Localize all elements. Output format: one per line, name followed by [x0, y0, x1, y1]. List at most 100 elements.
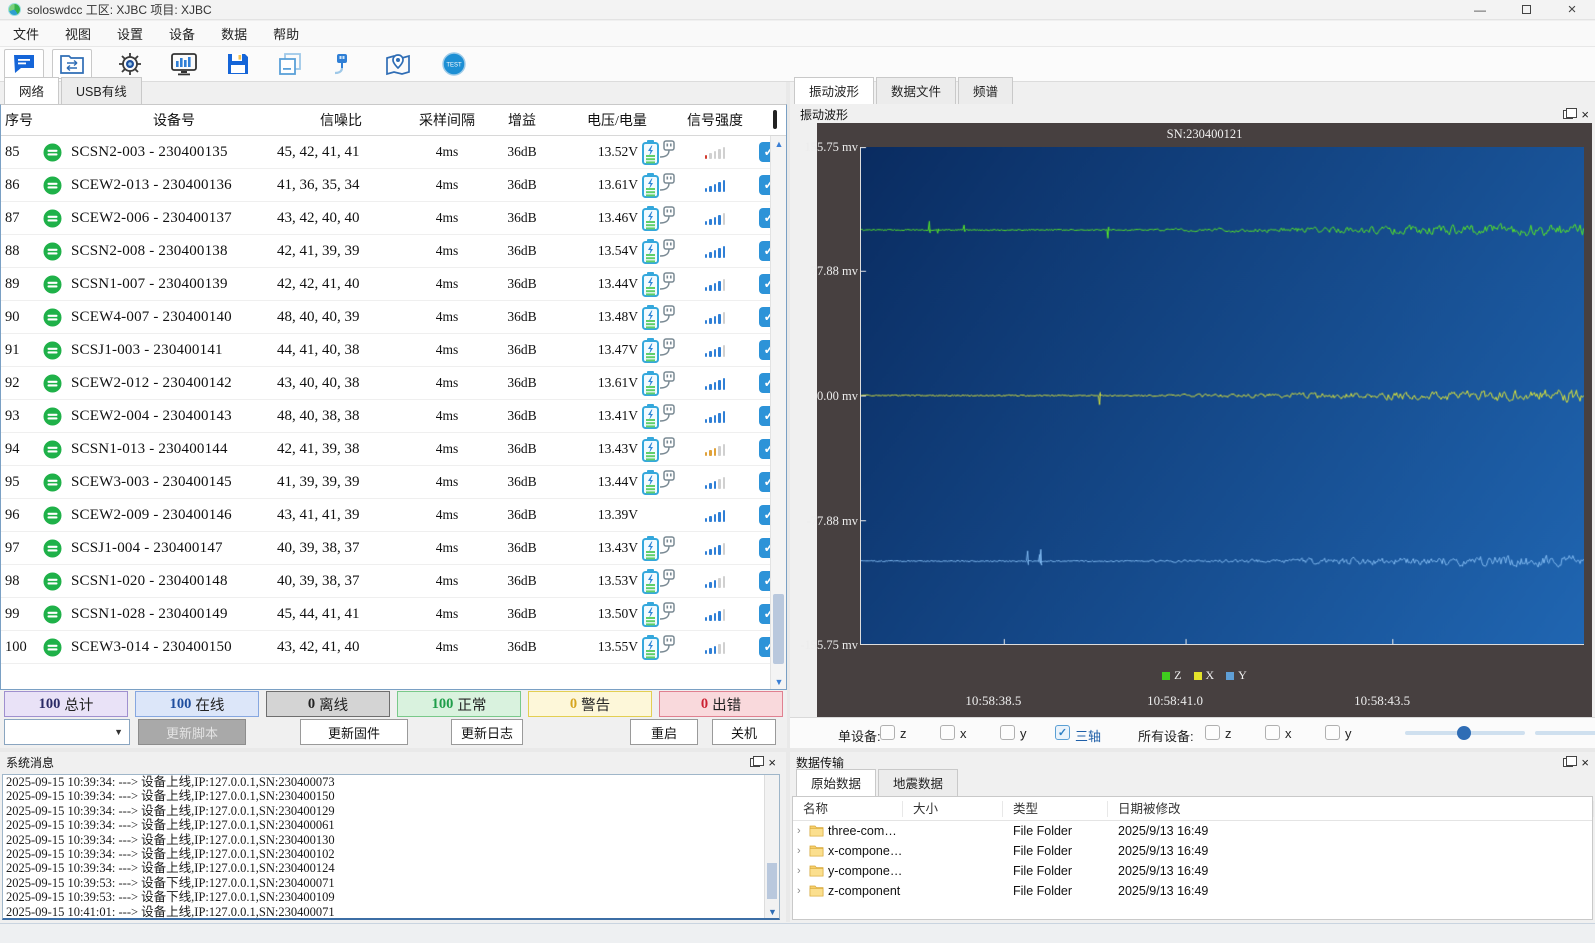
single-axis-checkbox-x[interactable] [940, 725, 955, 740]
axis-label: x [1285, 726, 1292, 741]
table-row[interactable]: 86 SCEW2-013 - 230400136 41, 36, 35, 34 … [1, 169, 771, 202]
zoom-slider[interactable] [1405, 731, 1525, 735]
file-row[interactable]: › z-component File Folder 2025/9/13 16:4… [793, 881, 1592, 901]
scroll-down-icon[interactable]: ▼ [771, 674, 787, 689]
menu-item[interactable]: 设置 [104, 21, 156, 46]
table-row[interactable]: 97 SCSJ1-004 - 230400147 40, 39, 38, 37 … [1, 532, 771, 565]
minimize-button[interactable]: — [1457, 0, 1503, 20]
expand-chevron-icon[interactable]: › [797, 885, 805, 897]
shutdown-button[interactable]: 关机 [712, 719, 776, 745]
tab-wave-2[interactable]: 频谱 [958, 77, 1013, 104]
log-scrollbar-thumb[interactable] [767, 863, 777, 899]
monitor-chart-icon[interactable] [164, 49, 204, 79]
signal-strength-icon [679, 145, 751, 159]
file-row[interactable]: › three-com… File Folder 2025/9/13 16:49 [793, 821, 1592, 841]
restart-button[interactable]: 重启 [630, 719, 698, 745]
tab-device-0[interactable]: 网络 [4, 77, 59, 105]
expand-chevron-icon[interactable]: › [797, 845, 805, 857]
table-row[interactable]: 96 SCEW2-009 - 230400146 43, 41, 41, 39 … [1, 499, 771, 532]
table-row[interactable]: 90 SCEW4-007 - 230400140 48, 40, 40, 39 … [1, 301, 771, 334]
interval-value: 4ms [405, 342, 489, 358]
message-icon[interactable] [4, 49, 44, 79]
device-id: SCEW2-004 - 230400143 [71, 408, 277, 425]
test-icon[interactable]: TEST [434, 49, 474, 79]
close-panel-icon[interactable]: × [1581, 110, 1589, 120]
system-log: 2025-09-15 10:39:34: ---> 设备上线,IP:127.0.… [2, 774, 780, 920]
triaxis-checkbox[interactable]: ✓ [1055, 725, 1070, 740]
all-axis-checkbox-z[interactable] [1205, 725, 1220, 740]
slider-handle[interactable] [1457, 726, 1471, 740]
gain-value: 36dB [489, 573, 555, 589]
map-pin-icon[interactable] [378, 49, 418, 79]
tab-wave-0[interactable]: 振动波形 [794, 77, 874, 105]
table-row[interactable]: 87 SCEW2-006 - 230400137 43, 42, 40, 40 … [1, 202, 771, 235]
tab-device-1[interactable]: USB有线 [61, 77, 142, 104]
expand-chevron-icon[interactable]: › [797, 865, 805, 877]
update-script-button[interactable]: 更新脚本 [138, 719, 246, 745]
device-table-scrollbar[interactable]: ▲ ▼ [770, 136, 786, 689]
file-col-header[interactable]: 类型 [1003, 801, 1108, 817]
menu-item[interactable]: 设备 [156, 21, 208, 46]
log-line: 2025-09-15 10:39:34: ---> 设备上线,IP:127.0.… [3, 789, 779, 803]
table-row[interactable]: 93 SCEW2-004 - 230400143 48, 40, 38, 38 … [1, 400, 771, 433]
log-scrollbar[interactable]: ▼ [764, 775, 779, 919]
menu-item[interactable]: 数据 [208, 21, 260, 46]
usb-icon[interactable] [322, 49, 362, 79]
single-axis-checkbox-z[interactable] [880, 725, 895, 740]
table-row[interactable]: 94 SCSN1-013 - 230400144 42, 41, 39, 38 … [1, 433, 771, 466]
row-no: 89 [1, 276, 33, 293]
table-row[interactable]: 92 SCEW2-012 - 230400142 43, 40, 40, 38 … [1, 367, 771, 400]
menu-item[interactable]: 帮助 [260, 21, 312, 46]
device-folder-icon[interactable] [52, 49, 92, 79]
window-icon[interactable] [270, 49, 310, 79]
file-col-header[interactable]: 名称 [793, 801, 903, 817]
table-row[interactable]: 100 SCEW3-014 - 230400150 43, 42, 41, 40… [1, 631, 771, 664]
file-col-header[interactable]: 大小 [903, 801, 1003, 817]
maximize-button[interactable] [1503, 0, 1549, 20]
all-axis-checkbox-x[interactable] [1265, 725, 1280, 740]
table-row[interactable]: 99 SCSN1-028 - 230400149 45, 44, 41, 41 … [1, 598, 771, 631]
triaxis-label: 三轴 [1075, 726, 1101, 745]
close-panel-icon[interactable]: × [1581, 758, 1589, 768]
float-panel-icon[interactable] [750, 758, 760, 767]
close-button[interactable]: × [1549, 0, 1595, 20]
tab-transfer-1[interactable]: 地震数据 [878, 769, 958, 796]
update-log-button[interactable]: 更新日志 [451, 719, 523, 745]
expand-chevron-icon[interactable]: › [797, 825, 805, 837]
float-panel-icon[interactable] [1563, 110, 1573, 119]
close-panel-icon[interactable]: × [768, 758, 776, 768]
status-online-icon [43, 440, 62, 459]
status-online-icon [43, 275, 62, 294]
menu-item[interactable]: 视图 [52, 21, 104, 46]
table-row[interactable]: 85 SCSN2-003 - 230400135 45, 42, 41, 41 … [1, 136, 771, 169]
col-no: 序号 [1, 110, 33, 130]
all-axis-checkbox-y[interactable] [1325, 725, 1340, 740]
update-firmware-button[interactable]: 更新固件 [300, 719, 408, 745]
tab-transfer-0[interactable]: 原始数据 [796, 769, 876, 797]
device-id: SCSN2-008 - 230400138 [71, 243, 277, 260]
table-row[interactable]: 95 SCEW3-003 - 230400145 41, 39, 39, 39 … [1, 466, 771, 499]
scrollbar-thumb[interactable] [773, 594, 784, 664]
file-col-header[interactable]: 日期被修改 [1108, 801, 1594, 817]
scale-slider[interactable] [1535, 731, 1595, 735]
settings-gear-icon[interactable] [110, 49, 150, 79]
row-no: 96 [1, 507, 33, 524]
single-axis-checkbox-y[interactable] [1000, 725, 1015, 740]
file-row[interactable]: › y-compone… File Folder 2025/9/13 16:49 [793, 861, 1592, 881]
log-scroll-down-icon[interactable]: ▼ [765, 905, 780, 919]
signal-strength-icon [679, 277, 751, 291]
tab-wave-1[interactable]: 数据文件 [876, 77, 956, 104]
script-dropdown[interactable]: ▼ [4, 719, 130, 745]
table-row[interactable]: 98 SCSN1-020 - 230400148 40, 39, 38, 37 … [1, 565, 771, 598]
float-panel-icon[interactable] [1563, 758, 1573, 767]
waveform-canvas[interactable] [860, 147, 1584, 645]
menu-item[interactable]: 文件 [0, 21, 52, 46]
file-row[interactable]: › x-compone… File Folder 2025/9/13 16:49 [793, 841, 1592, 861]
save-icon[interactable] [218, 49, 258, 79]
table-row[interactable]: 89 SCSN1-007 - 230400139 42, 42, 41, 40 … [1, 268, 771, 301]
legend-label: Z [1174, 668, 1181, 683]
table-row[interactable]: 91 SCSJ1-003 - 230400141 44, 41, 40, 38 … [1, 334, 771, 367]
row-no: 95 [1, 474, 33, 491]
select-all-checkbox[interactable] [773, 110, 777, 129]
table-row[interactable]: 88 SCSN2-008 - 230400138 42, 41, 39, 39 … [1, 235, 771, 268]
